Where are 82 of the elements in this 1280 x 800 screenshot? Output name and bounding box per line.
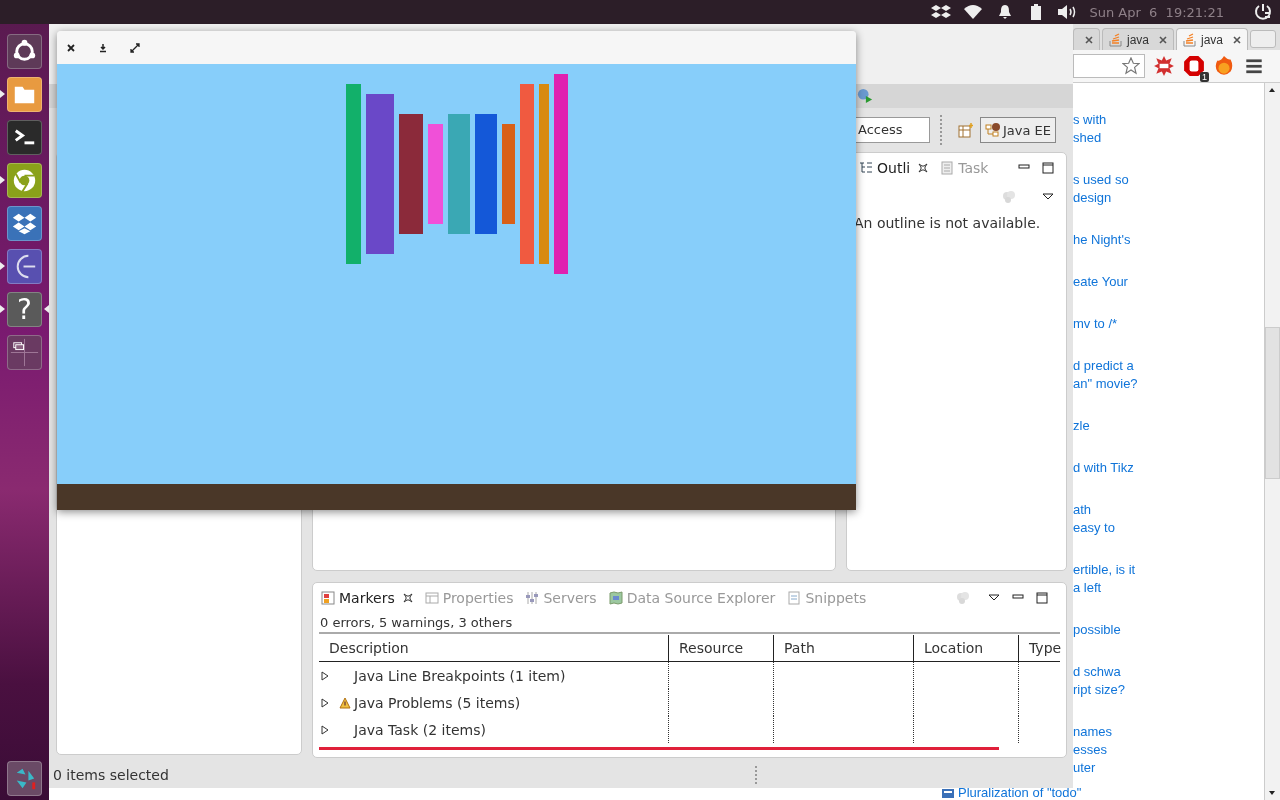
scrollbar[interactable] bbox=[1264, 83, 1280, 800]
browser-tab[interactable] bbox=[1073, 28, 1100, 50]
close-icon[interactable] bbox=[1233, 35, 1241, 44]
circles-icon bbox=[956, 591, 970, 605]
view-tab[interactable]: Servers bbox=[523, 586, 599, 610]
circles-icon bbox=[1002, 190, 1016, 204]
question-link[interactable]: s used so design bbox=[1073, 171, 1264, 207]
markers-summary: 0 errors, 5 warnings, 3 others bbox=[319, 613, 1060, 634]
view-tab[interactable]: Properties bbox=[422, 586, 516, 610]
extension-badge: 1 bbox=[1200, 72, 1209, 82]
document-icon bbox=[787, 591, 802, 605]
wifi-icon[interactable] bbox=[963, 4, 984, 20]
column-header[interactable]: Resource bbox=[668, 635, 773, 662]
outline-icon bbox=[859, 161, 873, 175]
question-link[interactable]: names esses uter bbox=[1073, 723, 1264, 777]
tree-row[interactable]: Java Line Breakpoints (1 item) bbox=[319, 662, 668, 689]
perspective-icon bbox=[985, 122, 1001, 138]
column-header[interactable]: Location bbox=[913, 635, 1018, 662]
maximize-icon[interactable] bbox=[1042, 162, 1054, 174]
column-header[interactable]: Type bbox=[1018, 635, 1060, 662]
perspective-button[interactable]: Java EE bbox=[980, 117, 1057, 143]
minimize-icon[interactable] bbox=[98, 42, 108, 53]
question-link[interactable]: ertible, is it a left bbox=[1073, 561, 1264, 597]
table-icon bbox=[424, 591, 439, 605]
stack-logo-icon bbox=[1183, 32, 1197, 47]
question-link[interactable]: s with shed bbox=[1073, 111, 1264, 147]
question-link[interactable]: d predict a an" movie? bbox=[1073, 357, 1264, 393]
address-bar[interactable] bbox=[1073, 54, 1145, 78]
expand-arrow-icon[interactable] bbox=[321, 670, 329, 681]
close-icon[interactable] bbox=[918, 163, 929, 173]
dropbox-launcher-icon[interactable] bbox=[7, 206, 42, 241]
browser-tab[interactable]: java bbox=[1102, 28, 1174, 50]
help-launcher-icon[interactable]: ? bbox=[7, 292, 42, 327]
view-tab[interactable]: Snippets bbox=[785, 586, 869, 610]
sliders-icon bbox=[525, 591, 540, 605]
task-list-icon bbox=[940, 161, 955, 175]
scroll-thumb[interactable] bbox=[1265, 327, 1280, 479]
battery-icon[interactable] bbox=[1031, 4, 1042, 20]
question-link[interactable]: d with Tikz bbox=[1073, 459, 1264, 477]
volume-icon[interactable] bbox=[1057, 4, 1078, 20]
tree-row[interactable]: Java Problems (5 items) bbox=[319, 689, 668, 716]
clock[interactable]: Sun Apr 6 19:21:21 bbox=[1089, 4, 1224, 20]
view-tab[interactable]: Outli bbox=[857, 156, 931, 180]
question-link[interactable]: eate Your bbox=[1073, 273, 1264, 291]
question-link[interactable]: possible bbox=[1073, 621, 1264, 639]
view-menu-icon[interactable] bbox=[1042, 193, 1054, 201]
close-icon[interactable] bbox=[66, 42, 76, 53]
arc-launcher-icon[interactable] bbox=[7, 249, 42, 284]
stack-logo-icon bbox=[1109, 32, 1123, 47]
maximize-icon[interactable] bbox=[130, 42, 140, 53]
maximize-icon[interactable] bbox=[1036, 592, 1048, 604]
question-link[interactable]: Pluralization of "todo" bbox=[958, 784, 1082, 800]
view-menu-icon[interactable] bbox=[988, 594, 1000, 602]
terminal-launcher-icon[interactable] bbox=[7, 120, 42, 155]
question-link[interactable]: ath easy to bbox=[1073, 501, 1264, 537]
question-link[interactable]: d schwa ript size? bbox=[1073, 663, 1264, 699]
open-perspective-icon[interactable] bbox=[958, 122, 974, 138]
globe-play-icon[interactable] bbox=[857, 88, 873, 104]
tree-row[interactable]: Java Task (2 items) bbox=[319, 716, 668, 743]
view-tab[interactable]: Data Source Explorer bbox=[606, 586, 778, 610]
expand-arrow-icon[interactable] bbox=[321, 724, 329, 735]
column-header[interactable]: Path bbox=[773, 635, 913, 662]
dropbox-icon[interactable] bbox=[931, 4, 952, 20]
power-icon[interactable] bbox=[1254, 3, 1272, 21]
workspaces-launcher-icon[interactable] bbox=[7, 335, 42, 370]
warning-icon bbox=[339, 696, 351, 709]
question-link[interactable]: zle bbox=[1073, 417, 1264, 435]
question-link[interactable]: mv to /* bbox=[1073, 315, 1264, 333]
star-icon[interactable] bbox=[1122, 57, 1140, 75]
chrome-launcher-icon[interactable] bbox=[7, 163, 42, 198]
close-icon[interactable] bbox=[402, 593, 413, 603]
browser-tab[interactable]: java bbox=[1176, 28, 1248, 50]
markers-icon bbox=[321, 591, 335, 605]
view-tab[interactable]: Task bbox=[938, 156, 991, 180]
ubuntu-launcher-icon[interactable] bbox=[7, 34, 42, 69]
view-tab[interactable]: Markers bbox=[319, 586, 415, 610]
quick-access-field[interactable]: Access bbox=[855, 117, 930, 143]
status-text: 0 items selected bbox=[53, 767, 169, 783]
column-header[interactable]: Description bbox=[319, 635, 668, 662]
map-icon bbox=[608, 591, 623, 605]
expand-arrow-icon[interactable] bbox=[321, 697, 329, 708]
question-link[interactable]: he Night's bbox=[1073, 231, 1264, 249]
